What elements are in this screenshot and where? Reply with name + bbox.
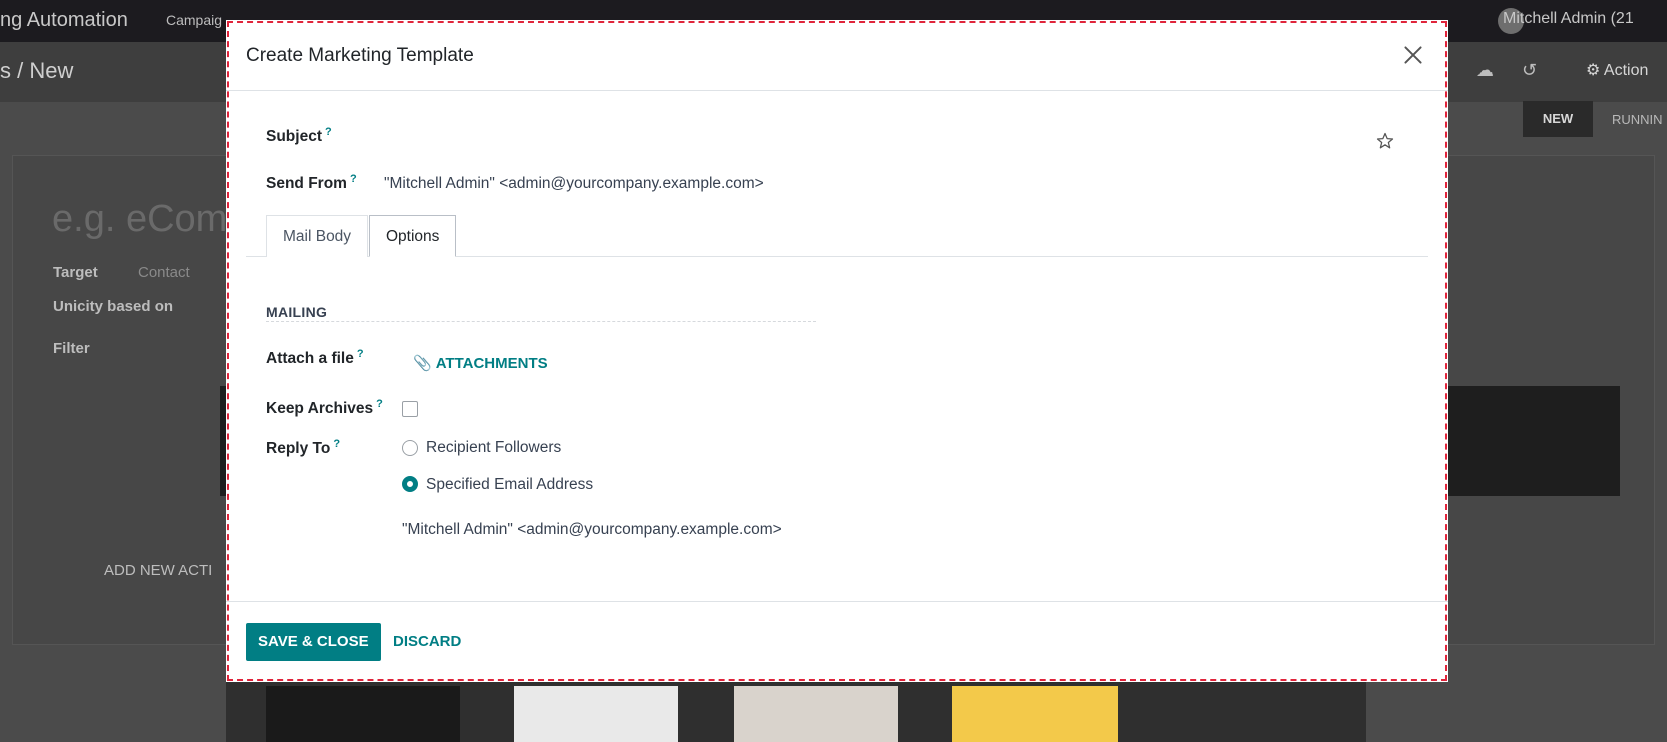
- help-tooltip[interactable]: ?: [350, 173, 357, 185]
- help-tooltip[interactable]: ?: [333, 438, 340, 450]
- user-menu[interactable]: Mitchell Admin (21: [1503, 10, 1634, 28]
- help-tooltip[interactable]: ?: [376, 398, 383, 410]
- radio-specified-email[interactable]: [402, 476, 418, 492]
- reply-to-email-value[interactable]: "Mitchell Admin" <admin@yourcompany.exam…: [402, 521, 782, 539]
- background-add-new-activity[interactable]: ADD NEW ACTI: [104, 562, 212, 579]
- keep-archives-checkbox[interactable]: [402, 401, 418, 417]
- tab-mail-body[interactable]: Mail Body: [266, 215, 369, 257]
- favorite-star-button[interactable]: [1375, 131, 1395, 151]
- background-unicity-label: Unicity based on: [53, 298, 174, 315]
- background-filter-label: Filter: [53, 340, 90, 357]
- action-menu[interactable]: ⚙ Action: [1586, 60, 1648, 80]
- reply-to-label: Reply To?: [266, 438, 341, 458]
- status-running[interactable]: RUNNIN: [1612, 112, 1663, 127]
- keep-archives-label: Keep Archives?: [266, 398, 383, 418]
- app-name: ng Automation: [0, 9, 128, 31]
- modal-footer: SAVE & CLOSE DISCARD: [226, 601, 1448, 682]
- close-icon: [1404, 46, 1422, 64]
- modal-title: Create Marketing Template: [246, 45, 474, 66]
- send-from-value[interactable]: "Mitchell Admin" <admin@yourcompany.exam…: [384, 175, 764, 193]
- undo-icon[interactable]: ↺: [1522, 60, 1537, 81]
- breadcrumb: s / New: [0, 58, 74, 83]
- radio-label-recipient-followers[interactable]: Recipient Followers: [426, 439, 561, 457]
- star-icon: [1376, 132, 1394, 149]
- attach-file-label: Attach a file?: [266, 348, 364, 368]
- create-marketing-template-dialog: Create Marketing Template Subject? Send …: [226, 20, 1448, 682]
- close-button[interactable]: [1400, 42, 1426, 68]
- discard-button[interactable]: DISCARD: [393, 623, 461, 661]
- attachments-button[interactable]: 📎 ATTACHMENTS: [413, 354, 548, 372]
- template-thumbnail[interactable]: [952, 686, 1118, 742]
- background-target-label: Target: [53, 264, 98, 281]
- send-from-label: Send From?: [266, 173, 357, 193]
- save-close-button[interactable]: SAVE & CLOSE: [246, 623, 381, 661]
- help-tooltip[interactable]: ?: [357, 348, 364, 360]
- background-target-value: Contact: [138, 264, 190, 281]
- template-thumbnail[interactable]: [266, 686, 460, 742]
- paperclip-icon: 📎: [413, 355, 432, 372]
- action-label: Action: [1603, 62, 1649, 79]
- section-title-mailing: MAILING: [266, 304, 328, 320]
- template-thumbnail[interactable]: [514, 686, 678, 742]
- background-title-placeholder: e.g. eCom: [52, 198, 228, 240]
- modal-header: Create Marketing Template: [226, 20, 1448, 91]
- radio-label-specified-email[interactable]: Specified Email Address: [426, 476, 593, 494]
- help-tooltip[interactable]: ?: [325, 126, 332, 138]
- subject-label: Subject?: [266, 126, 332, 146]
- section-divider: [266, 321, 816, 322]
- gear-icon: ⚙: [1586, 62, 1604, 79]
- radio-recipient-followers[interactable]: [402, 440, 418, 456]
- cloud-upload-icon[interactable]: ☁: [1476, 60, 1494, 81]
- menu-item-campaigns[interactable]: Campaig: [166, 12, 222, 28]
- status-new[interactable]: NEW: [1523, 101, 1593, 137]
- tab-options[interactable]: Options: [369, 215, 457, 257]
- template-thumbnail[interactable]: [734, 686, 898, 742]
- background-code-editor: [1448, 386, 1620, 496]
